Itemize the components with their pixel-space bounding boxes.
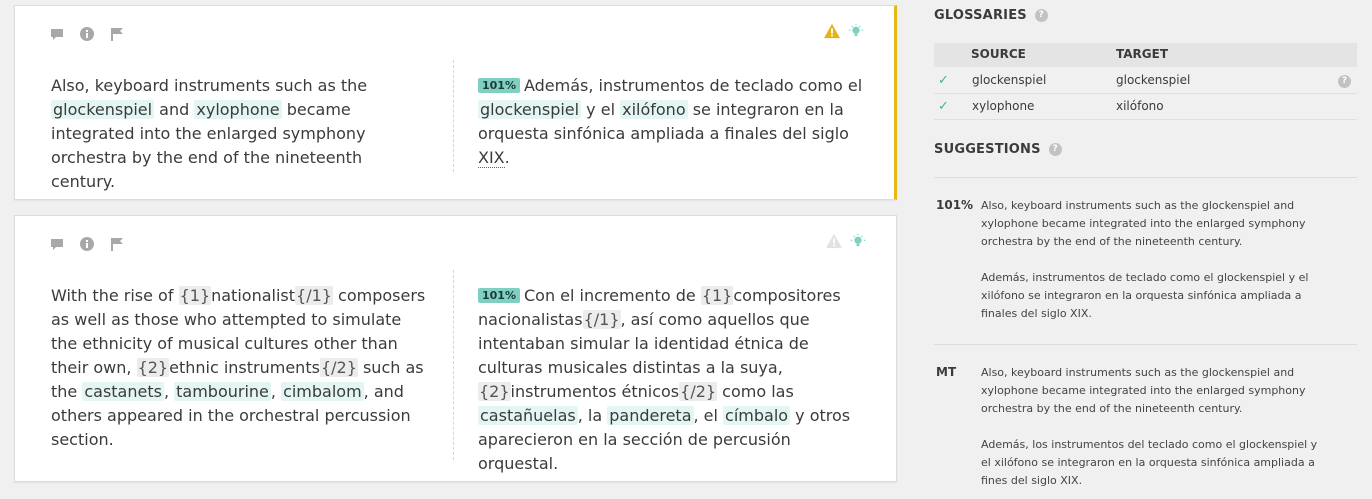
suggestion-text: Also, keyboard instruments such as the g… [981,197,1326,323]
glossary-header: SOURCE TARGET [934,43,1357,67]
placeholder-tag[interactable]: {/2} [319,358,358,377]
check-icon: ✓ [938,73,949,88]
placeholder-tag[interactable]: {/2} [679,382,718,401]
suggestion-label: 101% [936,198,974,212]
comment-icon[interactable] [49,236,65,252]
flag-icon[interactable] [109,236,125,252]
spelling-flag: XIX [478,148,505,168]
glossaries-title-text: GLOSSARIES [934,8,1027,23]
help-icon[interactable]: ? [1048,143,1062,156]
target-content[interactable]: Con el incremento de {1}compositores nac… [478,286,850,473]
segment-status-icons [826,233,866,249]
warning-icon[interactable] [826,233,842,249]
suggestion-target: Además, los instrumentos del teclado com… [981,438,1318,487]
glossary-term: cimbalom [281,382,364,401]
target-content[interactable]: Además, instrumentos de teclado como el … [478,76,862,168]
segment-status-icons [824,23,864,39]
glossary-source: glockenspiel [972,73,1047,87]
glossary-term: pandereta [607,406,694,425]
suggestion-target: Además, instrumentos de teclado como el … [981,271,1309,320]
lightbulb-icon[interactable] [850,233,866,249]
glossary-row[interactable]: ✓ xylophone xilófono [934,94,1357,120]
target-text[interactable]: 101% Además, instrumentos de teclado como… [478,74,873,170]
warning-icon[interactable] [824,23,840,39]
segment-toolbar [49,26,125,42]
lightbulb-icon[interactable] [848,23,864,39]
glossary-term: glockenspiel [51,100,155,119]
glossary-row[interactable]: ✓ glockenspiel glockenspiel ? [934,68,1357,94]
divider [453,270,454,460]
divider [934,344,1357,345]
placeholder-tag[interactable]: {1} [700,286,734,305]
help-icon[interactable]: ? [1338,75,1351,88]
glossary-source: xylophone [972,99,1035,113]
glossary-term: glockenspiel [478,100,582,119]
glossary-target: glockenspiel [1116,73,1191,87]
glossary-col-target: TARGET [1116,47,1169,61]
segment-card[interactable]: Also, keyboard instruments such as the g… [14,5,897,200]
segment-toolbar [49,236,125,252]
placeholder-tag[interactable]: {/1} [295,286,333,305]
suggestion-source: Also, keyboard instruments such as the g… [981,366,1306,415]
suggestions-title-text: SUGGESTIONS [934,142,1041,157]
suggestion-text: Also, keyboard instruments such as the g… [981,364,1326,490]
suggestion-source: Also, keyboard instruments such as the g… [981,199,1306,248]
source-text: With the rise of {1}nationalist{/1} comp… [51,286,426,449]
glossary-col-source: SOURCE [971,47,1026,61]
suggestion-label: MT [936,365,957,379]
help-icon[interactable]: ? [1034,9,1048,22]
placeholder-tag[interactable]: {/1} [582,310,621,329]
placeholder-tag[interactable]: {2} [478,382,511,401]
match-badge: 101% [478,288,520,303]
source-text: Also, keyboard instruments such as the g… [51,76,368,191]
info-icon[interactable] [79,236,95,252]
glossary-term: xylophone [194,100,282,119]
glossary-term: címbalo [723,406,791,425]
glossary-term: xilófono [620,100,688,119]
side-panel: GLOSSARIES ? SOURCE TARGET ✓ glockenspie… [934,0,1372,499]
target-text[interactable]: 101% Con el incremento de {1}compositores… [478,284,873,476]
match-badge: 101% [478,78,520,93]
glossary-term: tambourine [174,382,271,401]
divider [934,177,1357,178]
placeholder-tag[interactable]: {1} [178,286,212,305]
glossary-term: castanets [82,382,164,401]
info-icon[interactable] [79,26,95,42]
glossary-term: castañuelas [478,406,578,425]
suggestions-title: SUGGESTIONS ? [934,142,1062,157]
segment-card[interactable]: With the rise of {1}nationalist{/1} comp… [14,215,897,482]
check-icon: ✓ [938,99,949,114]
glossary-target: xilófono [1116,99,1164,113]
glossaries-title: GLOSSARIES ? [934,8,1048,23]
flag-icon[interactable] [109,26,125,42]
comment-icon[interactable] [49,26,65,42]
divider [453,60,454,172]
placeholder-tag[interactable]: {2} [136,358,170,377]
